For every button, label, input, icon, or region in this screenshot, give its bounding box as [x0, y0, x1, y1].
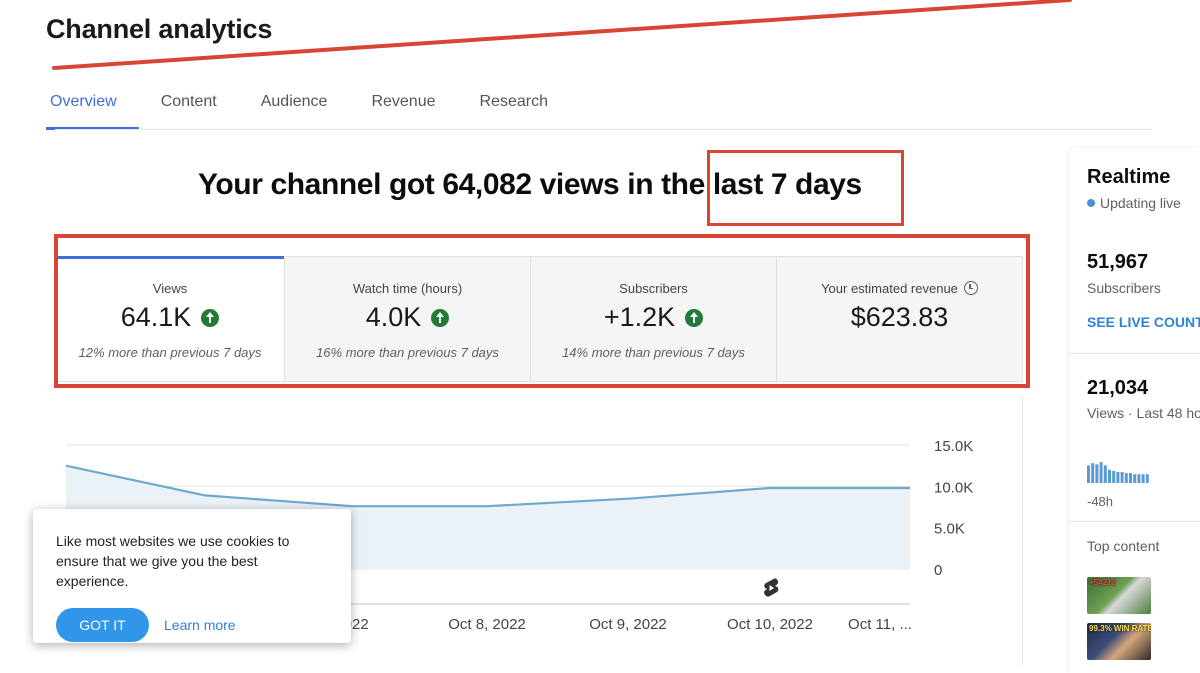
tab-audience[interactable]: Audience — [239, 80, 350, 130]
top-content-thumbnail[interactable]: +54212 — [1087, 577, 1151, 614]
realtime-subscribers-value: 51,967 — [1087, 251, 1149, 273]
realtime-bar — [1129, 473, 1132, 483]
realtime-bar — [1137, 474, 1141, 483]
cookie-banner: Like most websites we use cookies to ens… — [33, 509, 351, 643]
realtime-bar — [1095, 464, 1099, 483]
page-title: Channel analytics — [46, 14, 273, 44]
y-tick-label: 15.0K — [934, 438, 973, 455]
realtime-bar — [1091, 463, 1095, 483]
realtime-bar — [1108, 469, 1111, 483]
live-dot-icon — [1087, 199, 1095, 207]
see-live-count-link[interactable]: SEE LIVE COUNT — [1087, 314, 1200, 330]
y-tick-label: 5.0K — [934, 521, 965, 538]
realtime-subscribers-label: Subscribers — [1087, 280, 1161, 296]
realtime-status-text: Updating live — [1100, 195, 1181, 211]
x-tick-label: Oct 9, 2022 — [589, 616, 667, 633]
realtime-divider — [1069, 521, 1200, 522]
realtime-divider — [1069, 353, 1200, 354]
realtime-bar — [1124, 473, 1128, 483]
realtime-views-value: 21,034 — [1087, 377, 1149, 399]
thumbnail-tag: +54212 — [1089, 578, 1116, 587]
shorts-icon[interactable] — [762, 577, 780, 599]
realtime-bar — [1133, 474, 1137, 483]
realtime-status: Updating live — [1087, 195, 1181, 211]
realtime-panel: Realtime Updating live 51,967 Subscriber… — [1069, 148, 1200, 673]
thumbnail-tag: 99.3% WIN RATE — [1089, 624, 1151, 633]
cookie-message: Like most websites we use cookies to ens… — [56, 533, 290, 589]
realtime-bar — [1103, 465, 1107, 483]
tab-research[interactable]: Research — [458, 80, 570, 130]
y-tick-label: 0 — [934, 562, 942, 579]
x-tick-label: Oct 10, 2022 — [727, 616, 813, 633]
tab-content[interactable]: Content — [139, 80, 239, 130]
realtime-bar — [1087, 465, 1090, 483]
realtime-bar — [1120, 472, 1124, 483]
panel-divider — [1022, 396, 1023, 666]
x-tick-label: Oct 8, 2022 — [448, 616, 526, 633]
tab-divider — [55, 129, 1152, 130]
period-highlight-annotation — [707, 150, 904, 226]
top-content-thumbnail[interactable]: 99.3% WIN RATE — [1087, 623, 1151, 660]
x-tick-label: Oct 11, ... — [848, 616, 912, 633]
realtime-bar — [1145, 474, 1149, 483]
realtime-range-label: -48h — [1087, 494, 1114, 509]
y-tick-label: 10.0K — [934, 479, 973, 496]
realtime-bar — [1099, 462, 1103, 483]
metrics-highlight-annotation — [54, 234, 1030, 388]
tab-bar: Overview Content Audience Revenue Resear… — [46, 80, 570, 130]
tab-revenue[interactable]: Revenue — [349, 80, 457, 130]
got-it-button[interactable]: GOT IT — [56, 608, 149, 642]
top-content-label: Top content — [1087, 538, 1160, 554]
realtime-bar-chart — [1087, 462, 1149, 483]
realtime-bar — [1141, 474, 1145, 483]
realtime-title: Realtime — [1087, 166, 1171, 188]
headline-text: Your channel got 64,082 views in the — [198, 168, 713, 201]
realtime-bar — [1116, 472, 1120, 483]
realtime-views-label: Views · Last 48 hours — [1087, 405, 1200, 421]
learn-more-link[interactable]: Learn more — [164, 617, 236, 633]
tab-overview[interactable]: Overview — [46, 80, 139, 130]
realtime-bar — [1112, 470, 1116, 483]
